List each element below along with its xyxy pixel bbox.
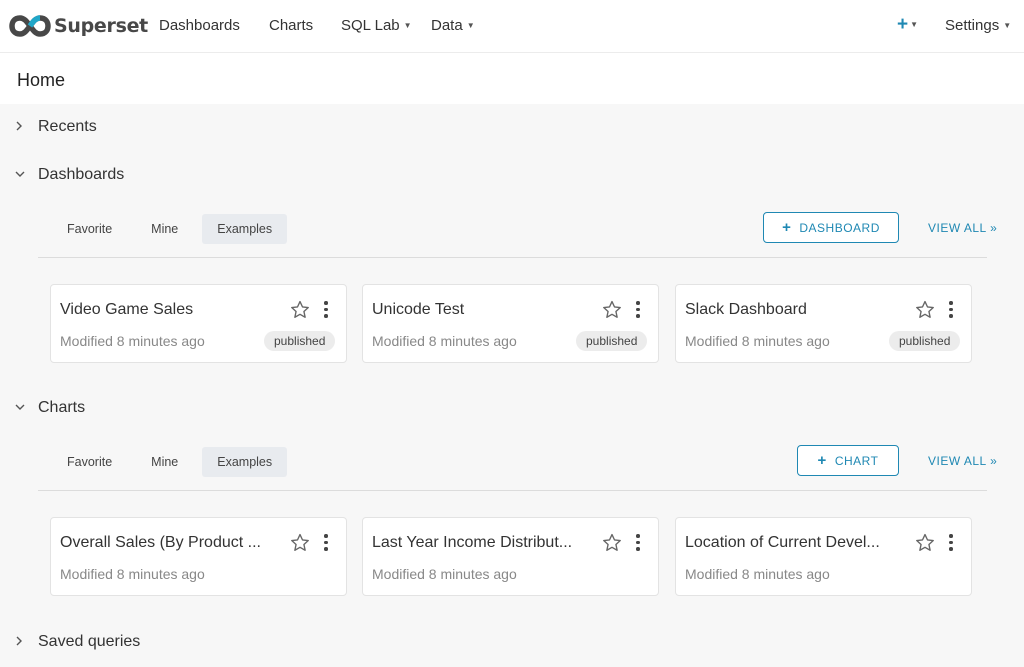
section-dashboards-label: Dashboards [38,166,125,183]
nav-dashboards-label: Dashboards [159,17,240,34]
section-charts-toggle[interactable]: Charts [14,399,85,417]
page-header: Home [0,53,1024,104]
plus-icon: + [897,14,909,35]
card-title[interactable]: Location of Current Devel... [685,534,895,552]
nav-charts-label: Charts [269,17,314,34]
status-badge: published [264,331,336,351]
tab-favorite[interactable]: Favorite [52,214,127,244]
brand-name: Superset [54,15,148,37]
chart-card[interactable]: Overall Sales (By Product ... Modified 8… [50,517,347,596]
nav-data-label: Data [431,17,463,34]
tab-examples[interactable]: Examples [202,214,288,244]
dashboards-view-all-link[interactable]: VIEW ALL » [928,221,997,235]
card-modified: Modified 8 minutes ago [372,566,517,582]
more-options-icon[interactable] [947,534,955,554]
dashboard-card[interactable]: Slack Dashboard Modified 8 minutes ago p… [675,284,972,363]
nav-sql-lab[interactable]: SQL Lab ▼ [341,17,412,34]
dashboards-tabs: Favorite Mine Examples [52,214,296,244]
charts-view-all-link[interactable]: VIEW ALL » [928,454,997,468]
nav-sql-lab-label: SQL Lab [341,17,400,34]
divider [38,257,987,258]
card-title[interactable]: Slack Dashboard [685,301,895,319]
tab-mine[interactable]: Mine [136,447,193,477]
dashboard-card[interactable]: Unicode Test Modified 8 minutes ago publ… [362,284,659,363]
caret-down-icon: ▼ [910,20,919,29]
tab-mine[interactable]: Mine [136,214,193,244]
chart-card[interactable]: Location of Current Devel... Modified 8 … [675,517,972,596]
status-badge: published [576,331,648,351]
chevron-right-icon [14,120,28,135]
more-options-icon[interactable] [634,301,642,321]
page-title: Home [17,70,66,90]
chevron-right-icon [14,635,28,650]
divider [38,490,987,491]
charts-tabs: Favorite Mine Examples [52,447,296,477]
top-navbar: Superset Dashboards Charts SQL Lab ▼ Data… [0,0,1024,53]
settings-menu[interactable]: Settings ▼ [945,17,1011,34]
caret-down-icon: ▼ [403,21,412,30]
star-icon[interactable] [289,532,311,554]
more-options-icon[interactable] [947,301,955,321]
add-dashboard-button[interactable]: + DASHBOARD [763,212,899,243]
section-saved-queries-toggle[interactable]: Saved queries [14,633,140,651]
dashboard-card[interactable]: Video Game Sales Modified 8 minutes ago … [50,284,347,363]
card-title[interactable]: Unicode Test [372,301,582,319]
star-icon[interactable] [914,299,936,321]
more-options-icon[interactable] [322,301,330,321]
superset-logo[interactable]: Superset [9,12,148,40]
card-modified: Modified 8 minutes ago [685,333,830,349]
card-modified: Modified 8 minutes ago [60,333,205,349]
star-icon[interactable] [289,299,311,321]
caret-down-icon: ▼ [1003,21,1012,30]
section-recents-label: Recents [38,118,97,135]
chevron-down-icon [14,168,28,183]
more-options-icon[interactable] [634,534,642,554]
section-recents-toggle[interactable]: Recents [14,118,97,136]
add-chart-label: CHART [834,453,879,468]
settings-label: Settings [945,17,1000,34]
plus-icon: + [817,452,827,469]
add-dashboard-label: DASHBOARD [799,220,880,235]
caret-down-icon: ▼ [466,21,475,30]
section-dashboards-toggle[interactable]: Dashboards [14,166,124,184]
status-badge: published [889,331,961,351]
card-title[interactable]: Video Game Sales [60,301,270,319]
more-options-icon[interactable] [322,534,330,554]
star-icon[interactable] [601,299,623,321]
superset-logo-icon [9,15,51,37]
section-charts-label: Charts [38,399,86,416]
card-title[interactable]: Last Year Income Distribut... [372,534,582,552]
star-icon[interactable] [914,532,936,554]
card-modified: Modified 8 minutes ago [372,333,517,349]
chevron-down-icon [14,401,28,416]
add-chart-button[interactable]: + CHART [797,445,899,476]
nav-dashboards[interactable]: Dashboards [159,17,240,34]
card-title[interactable]: Overall Sales (By Product ... [60,534,270,552]
card-modified: Modified 8 minutes ago [685,566,830,582]
nav-charts[interactable]: Charts [269,17,313,34]
new-item-menu[interactable]: + ▼ [897,14,918,36]
star-icon[interactable] [601,532,623,554]
plus-icon: + [782,219,792,236]
nav-data[interactable]: Data ▼ [431,17,475,34]
tab-examples[interactable]: Examples [202,447,288,477]
card-modified: Modified 8 minutes ago [60,566,205,582]
chart-card[interactable]: Last Year Income Distribut... Modified 8… [362,517,659,596]
section-saved-queries-label: Saved queries [38,633,141,650]
tab-favorite[interactable]: Favorite [52,447,127,477]
